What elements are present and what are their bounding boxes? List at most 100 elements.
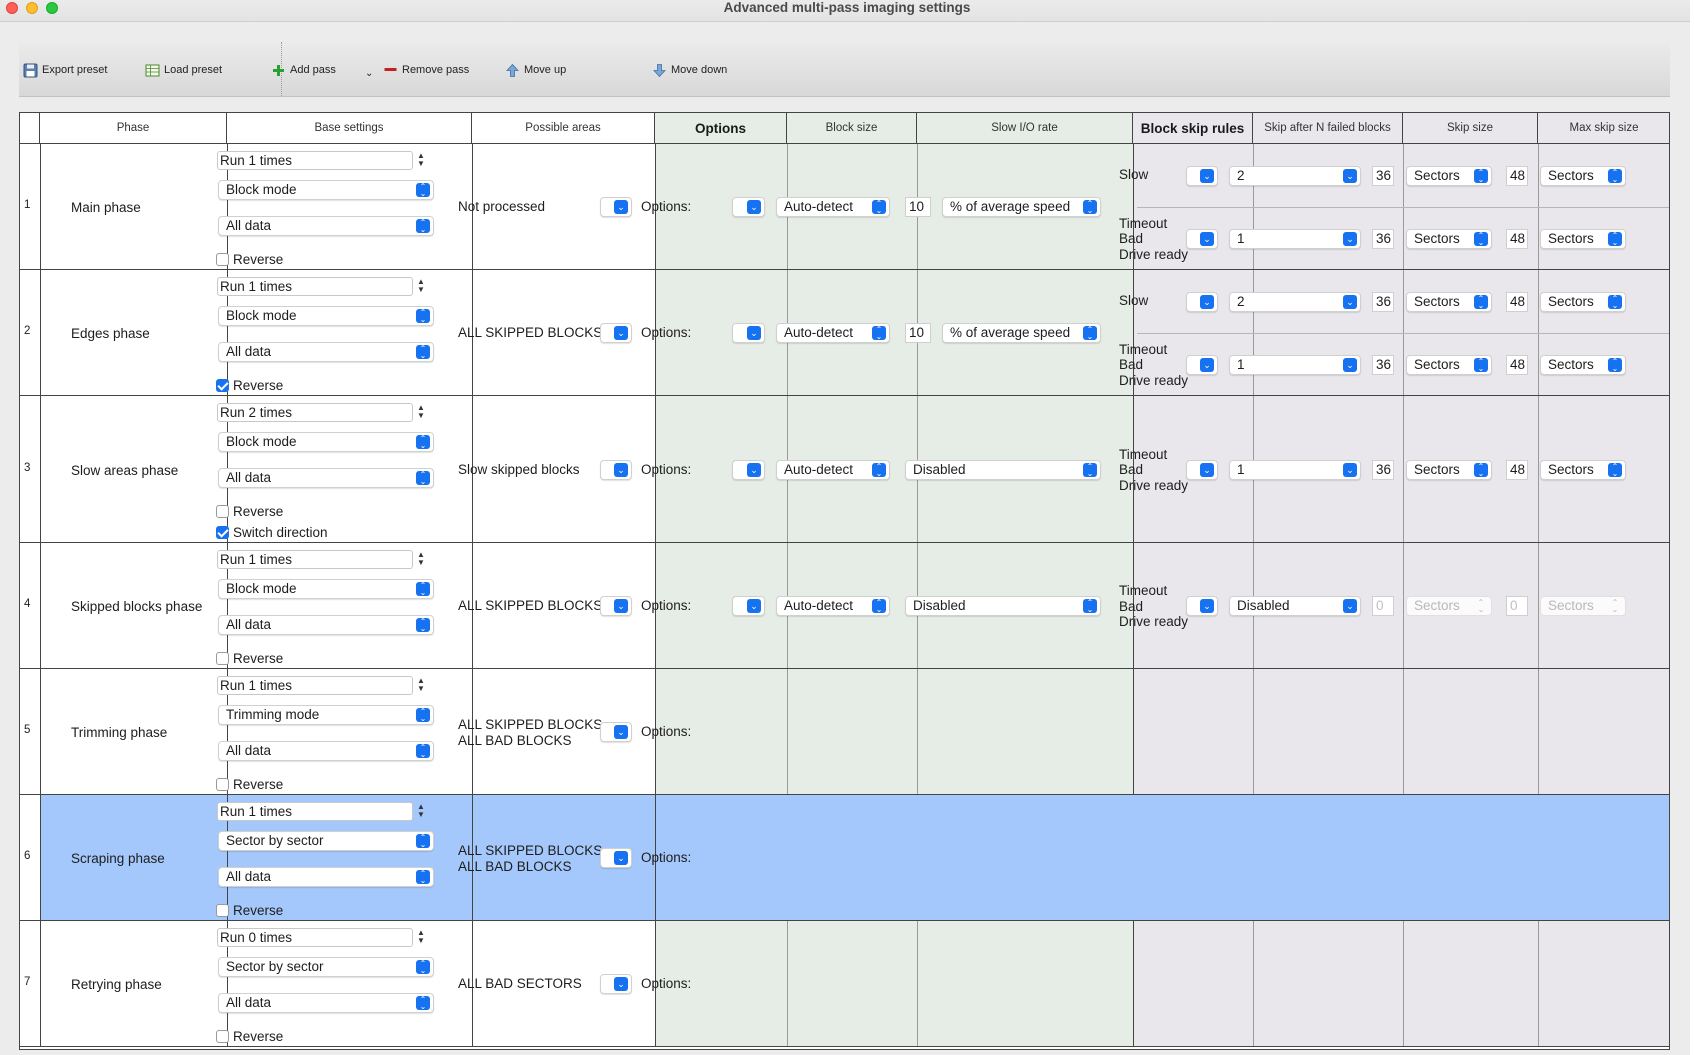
switch-direction-checkbox[interactable]: Switch direction (216, 525, 328, 540)
mode-select[interactable]: Sector by sector ⌃ ⌄ (218, 831, 434, 851)
area-select[interactable]: ⌄ (600, 848, 632, 868)
mode-select[interactable]: Block mode ⌃ ⌄ (218, 180, 434, 200)
reverse-checkbox[interactable]: Reverse (216, 651, 283, 666)
mode-select[interactable]: Block mode ⌃ ⌄ (218, 306, 434, 326)
skip-after-select[interactable]: 2 ⌄ (1229, 165, 1361, 186)
data-select[interactable]: All data ⌃ ⌄ (218, 216, 434, 236)
reverse-checkbox[interactable]: Reverse (216, 504, 283, 519)
skip-size-value[interactable]: 36 (1372, 228, 1394, 249)
data-select[interactable]: All data ⌃ ⌄ (218, 615, 434, 635)
max-skip-size-value[interactable]: 48 (1506, 228, 1528, 249)
options-select[interactable]: ⌄ (732, 197, 765, 217)
max-skip-size-value[interactable]: 0 (1506, 596, 1528, 616)
skip-size-unit-select[interactable]: Sectors ⌃ ⌄ (1406, 228, 1492, 249)
slow-io-select[interactable]: Disabled ⌃ ⌄ (905, 459, 1101, 480)
slow-io-select[interactable]: Disabled ⌃ ⌄ (905, 596, 1101, 616)
export-preset-button[interactable]: Export preset (23, 61, 107, 79)
block-size-select[interactable]: Auto-detect ⌃ ⌄ (776, 323, 890, 343)
run-count-stepper[interactable]: Run 1 times ▲ ▼ (217, 802, 425, 821)
table-row[interactable]: 5 Trimming phase Run 1 times ▲ ▼ Trimming mod… (20, 669, 1669, 795)
block-size-select[interactable]: Auto-detect ⌃ ⌄ (776, 459, 890, 480)
max-skip-unit-select[interactable]: Sectors ⌃ ⌄ (1540, 228, 1626, 249)
skip-size-value[interactable]: 36 (1372, 459, 1394, 480)
reverse-checkbox[interactable]: Reverse (216, 1029, 283, 1044)
area-select[interactable]: ⌄ (600, 596, 632, 616)
skip-size-unit-select[interactable]: Sectors ⌃ ⌄ (1406, 459, 1492, 480)
max-skip-size-value[interactable]: 48 (1506, 459, 1528, 480)
block-size-select[interactable]: Auto-detect ⌃ ⌄ (776, 596, 890, 616)
table-row[interactable]: 1 Main phase Run 1 times ▲ ▼ Block mode ⌃ ⌄ All … (20, 144, 1669, 270)
table-row[interactable]: 3 Slow areas phase Run 2 times ▲ ▼ Block mode… (20, 396, 1669, 543)
table-row[interactable]: 2 Edges phase Run 1 times ▲ ▼ Block mode ⌃ ⌄ All… (20, 270, 1669, 396)
run-count-stepper[interactable]: Run 2 times ▲ ▼ (217, 403, 425, 422)
data-select[interactable]: All data ⌃ ⌄ (218, 993, 434, 1013)
skip-after-select[interactable]: Disabled ⌄ (1229, 596, 1361, 616)
stepper-arrows-icon[interactable]: ▲ ▼ (416, 404, 426, 421)
options-select[interactable]: ⌄ (732, 596, 765, 616)
max-skip-unit-select[interactable]: Sectors ⌃ ⌄ (1540, 459, 1626, 480)
skip-rule-select[interactable]: ⌄ (1186, 291, 1218, 312)
area-select[interactable]: ⌄ (600, 722, 632, 742)
table-row[interactable]: 6 Scraping phase Run 1 times ▲ ▼ Sector by se… (20, 795, 1669, 921)
skip-after-select[interactable]: 2 ⌄ (1229, 291, 1361, 312)
area-select[interactable]: ⌄ (600, 197, 632, 217)
max-skip-size-value[interactable]: 48 (1506, 165, 1528, 186)
data-select[interactable]: All data ⌃ ⌄ (218, 867, 434, 887)
skip-rule-select[interactable]: ⌄ (1186, 459, 1218, 480)
max-skip-size-value[interactable]: 48 (1506, 354, 1528, 375)
table-row[interactable]: 4 Skipped blocks phase Run 1 times ▲ ▼ Block … (20, 543, 1669, 669)
slow-io-unit-select[interactable]: % of average speed ⌃ ⌄ (942, 323, 1101, 343)
options-select[interactable]: ⌄ (732, 323, 765, 343)
stepper-arrows-icon[interactable]: ▲ ▼ (416, 152, 426, 169)
options-select[interactable]: ⌄ (732, 459, 765, 480)
area-select[interactable]: ⌄ (600, 974, 632, 994)
load-preset-button[interactable]: Load preset (145, 61, 222, 79)
add-pass-dropdown-chevron-icon[interactable]: ⌄ (365, 64, 373, 82)
slow-io-value[interactable]: 10 (905, 197, 931, 217)
run-count-stepper[interactable]: Run 1 times ▲ ▼ (217, 151, 425, 170)
reverse-checkbox[interactable]: Reverse (216, 903, 283, 918)
run-count-stepper[interactable]: Run 1 times ▲ ▼ (217, 277, 425, 296)
move-down-button[interactable]: Move down (652, 61, 727, 79)
skip-size-value[interactable]: 36 (1372, 354, 1394, 375)
add-pass-button[interactable]: Add pass (271, 61, 336, 79)
table-row[interactable]: 7 Retrying phase Run 0 times ▲ ▼ Sector by se… (20, 921, 1669, 1047)
mode-select[interactable]: Block mode ⌃ ⌄ (218, 579, 434, 599)
area-select[interactable]: ⌄ (600, 459, 632, 480)
slow-io-value[interactable]: 10 (905, 323, 931, 343)
skip-rule-select[interactable]: ⌄ (1186, 354, 1218, 375)
skip-rule-select[interactable]: ⌄ (1186, 165, 1218, 186)
max-skip-unit-select[interactable]: Sectors ⌃ ⌄ (1540, 165, 1626, 186)
data-select[interactable]: All data ⌃ ⌄ (218, 342, 434, 362)
max-skip-size-value[interactable]: 48 (1506, 291, 1528, 312)
remove-pass-button[interactable]: Remove pass (383, 61, 469, 79)
max-skip-unit-select[interactable]: Sectors ⌃ ⌄ (1540, 596, 1626, 616)
skip-size-value[interactable]: 36 (1372, 291, 1394, 312)
area-select[interactable]: ⌄ (600, 323, 632, 343)
skip-size-unit-select[interactable]: Sectors ⌃ ⌄ (1406, 354, 1492, 375)
skip-size-unit-select[interactable]: Sectors ⌃ ⌄ (1406, 596, 1492, 616)
reverse-checkbox[interactable]: Reverse (216, 378, 283, 393)
run-count-stepper[interactable]: Run 1 times ▲ ▼ (217, 550, 425, 569)
stepper-arrows-icon[interactable]: ▲ ▼ (416, 551, 426, 568)
slow-io-unit-select[interactable]: % of average speed ⌃ ⌄ (942, 197, 1101, 217)
stepper-arrows-icon[interactable]: ▲ ▼ (416, 278, 426, 295)
data-select[interactable]: All data ⌃ ⌄ (218, 741, 434, 761)
skip-after-select[interactable]: 1 ⌄ (1229, 354, 1361, 375)
skip-size-unit-select[interactable]: Sectors ⌃ ⌄ (1406, 291, 1492, 312)
mode-select[interactable]: Block mode ⌃ ⌄ (218, 432, 434, 452)
skip-after-select[interactable]: 1 ⌄ (1229, 459, 1361, 480)
skip-rule-select[interactable]: ⌄ (1186, 596, 1218, 616)
run-count-stepper[interactable]: Run 0 times ▲ ▼ (217, 928, 425, 947)
mode-select[interactable]: Trimming mode ⌃ ⌄ (218, 705, 434, 725)
mode-select[interactable]: Sector by sector ⌃ ⌄ (218, 957, 434, 977)
reverse-checkbox[interactable]: Reverse (216, 252, 283, 267)
skip-size-value[interactable]: 36 (1372, 165, 1394, 186)
stepper-arrows-icon[interactable]: ▲ ▼ (416, 677, 426, 694)
max-skip-unit-select[interactable]: Sectors ⌃ ⌄ (1540, 354, 1626, 375)
reverse-checkbox[interactable]: Reverse (216, 777, 283, 792)
data-select[interactable]: All data ⌃ ⌄ (218, 468, 434, 488)
max-skip-unit-select[interactable]: Sectors ⌃ ⌄ (1540, 291, 1626, 312)
skip-after-select[interactable]: 1 ⌄ (1229, 228, 1361, 249)
skip-size-value[interactable]: 0 (1372, 596, 1394, 616)
